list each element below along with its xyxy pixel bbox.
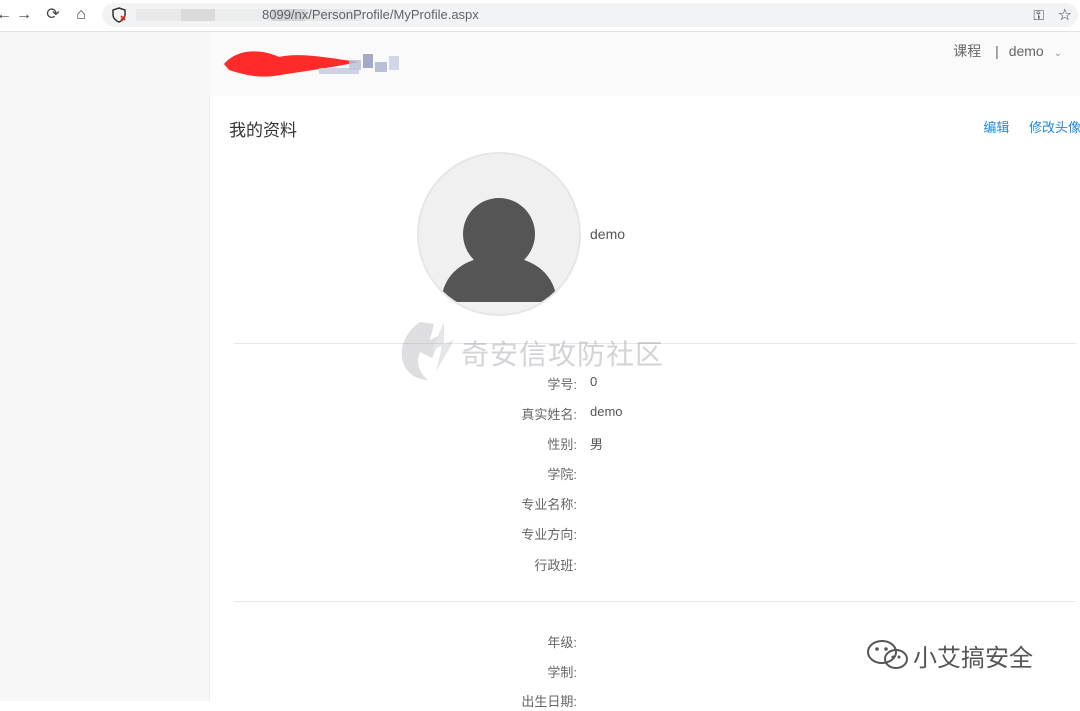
back-icon[interactable]: ←: [0, 5, 14, 25]
field-label: 年级:: [547, 635, 577, 650]
address-bar[interactable]: 8099/nx/PersonProfile/MyProfile.aspx ⚿ ☆: [102, 3, 1078, 27]
field-label: 行政班:: [534, 558, 577, 573]
profile-panel: 我的资料 编辑 修改头像 demo 学号: 0 真实姓名: demo 性别: 男…: [209, 96, 1080, 709]
wechat-account-text: 小艾搞安全: [913, 645, 1033, 672]
field-class: 行政班:: [210, 555, 1080, 575]
field-label: 学院:: [547, 467, 577, 482]
avatar-username: demo: [590, 226, 626, 242]
page-title: 我的资料: [229, 121, 297, 140]
url-text: 8099/nx/PersonProfile/MyProfile.aspx: [262, 7, 479, 22]
profile-actions: 编辑 修改头像: [967, 117, 1080, 136]
field-value: demo: [590, 404, 623, 419]
browser-toolbar: ← → ⟳ ⌂ 8099/nx/PersonProfile/MyProfile.…: [0, 0, 1080, 32]
key-icon[interactable]: ⚿: [1033, 7, 1044, 24]
change-avatar-link[interactable]: 修改头像: [1029, 120, 1080, 135]
security-warning-icon[interactable]: [111, 7, 127, 23]
field-label: 专业名称:: [521, 497, 577, 512]
courses-link[interactable]: 课程: [953, 43, 981, 59]
field-major: 专业名称:: [210, 494, 1080, 514]
redacted-logo: [224, 51, 399, 77]
field-gender: 性别: 男: [210, 434, 1080, 454]
section-divider: [234, 601, 1076, 602]
field-real-name: 真实姓名: demo: [210, 404, 1080, 424]
field-label: 学制:: [547, 665, 577, 680]
field-label: 专业方向:: [521, 527, 577, 542]
bookmark-star-icon[interactable]: ☆: [1058, 5, 1072, 25]
site-header: 课程 | demo ⌄: [209, 32, 1080, 97]
field-label: 真实姓名:: [521, 407, 577, 422]
user-avatar-icon: [423, 158, 575, 310]
user-menu[interactable]: demo: [1009, 43, 1044, 59]
watermark-text: 奇安信攻防社区: [461, 339, 665, 370]
field-college: 学院:: [210, 464, 1080, 484]
home-icon[interactable]: ⌂: [71, 5, 91, 25]
forward-icon[interactable]: →: [14, 5, 34, 25]
edit-link[interactable]: 编辑: [983, 120, 1009, 135]
field-value: 男: [590, 437, 604, 452]
nav-separator: |: [995, 43, 999, 59]
top-nav: 课程 | demo ⌄: [947, 41, 1062, 61]
field-label: 性别:: [547, 437, 577, 452]
reload-icon[interactable]: ⟳: [43, 5, 63, 25]
left-gutter: [0, 32, 209, 701]
chevron-down-icon[interactable]: ⌄: [1054, 48, 1062, 59]
avatar[interactable]: [417, 152, 581, 316]
field-birthdate: 出生日期:: [210, 691, 1080, 711]
field-major-direction: 专业方向:: [210, 524, 1080, 544]
